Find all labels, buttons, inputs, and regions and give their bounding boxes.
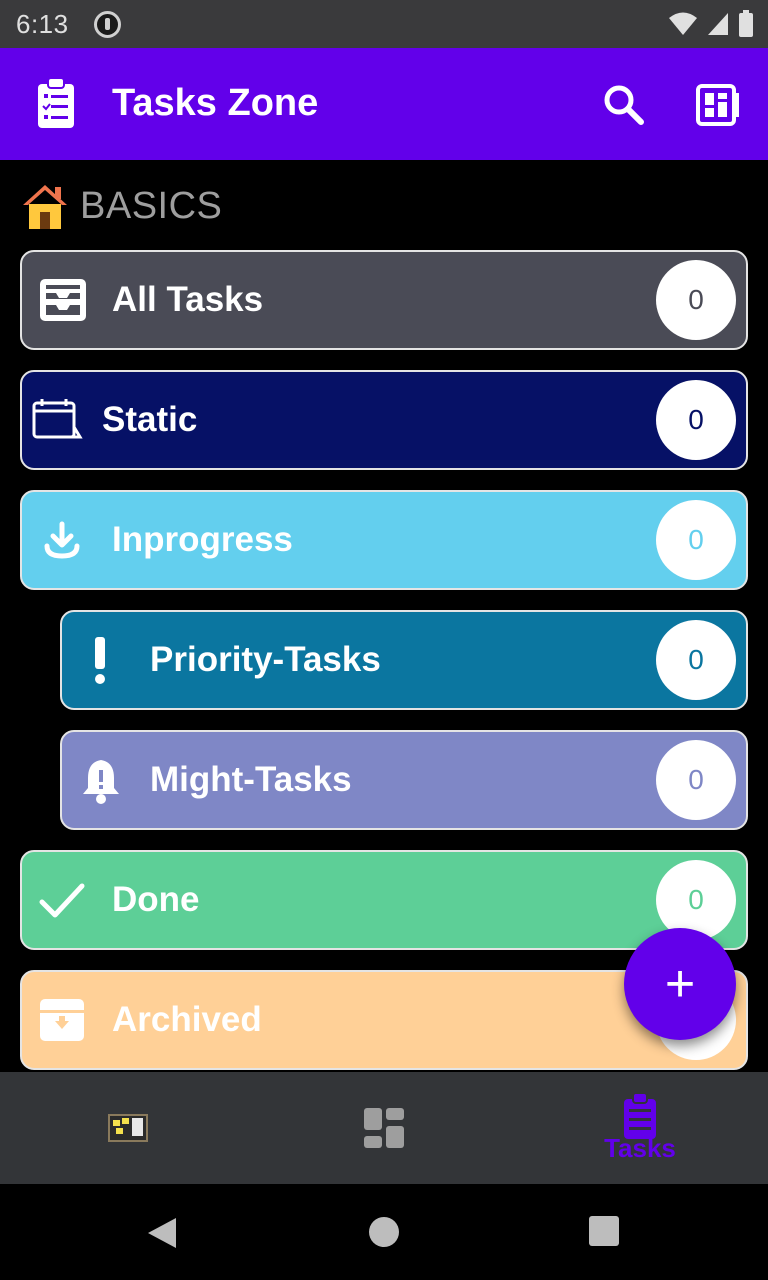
bottom-navigation: Tasks (0, 1072, 768, 1184)
clipboard-list-icon (38, 78, 74, 128)
calendar-icon (30, 397, 84, 443)
layout-grid-icon[interactable] (696, 84, 740, 126)
nav-label-tasks: Tasks (604, 1132, 676, 1163)
row-static[interactable]: Static 0 (20, 370, 748, 470)
battery-icon (739, 10, 753, 37)
notes-board-icon (108, 1114, 148, 1142)
count-badge: 0 (656, 860, 736, 940)
row-label: Static (102, 400, 198, 439)
count-badge: 0 (656, 500, 736, 580)
section-label: BASICS (80, 184, 223, 227)
nav-item-tasks[interactable]: Tasks (512, 1072, 768, 1184)
row-label: Archived (112, 1000, 262, 1039)
archive-box-icon (38, 997, 86, 1043)
bell-alert-icon (80, 756, 122, 804)
nav-item-notes[interactable] (0, 1072, 256, 1184)
row-done[interactable]: Done 0 (20, 850, 748, 950)
status-time: 6:13 (16, 9, 69, 39)
section-header: BASICS (20, 180, 222, 232)
wifi-icon (669, 12, 697, 35)
download-icon (42, 520, 82, 560)
plus-icon: + (664, 955, 696, 1013)
recent-apps-icon[interactable] (589, 1216, 619, 1246)
system-navigation-bar (0, 1184, 768, 1280)
row-label: Priority-Tasks (150, 640, 381, 679)
exclamation-icon (90, 635, 110, 685)
back-icon[interactable] (146, 1216, 178, 1250)
inbox-tray-icon (38, 275, 88, 325)
dashboard-icon (364, 1108, 404, 1148)
cellular-signal-icon (708, 13, 728, 35)
count-badge: 0 (656, 620, 736, 700)
row-label: All Tasks (112, 280, 264, 319)
row-label: Done (112, 880, 200, 919)
add-task-button[interactable]: + (624, 928, 736, 1040)
nav-item-dashboard[interactable] (256, 1072, 512, 1184)
search-icon[interactable] (603, 84, 645, 126)
home-icon[interactable] (368, 1216, 400, 1248)
row-all-tasks[interactable]: All Tasks 0 (20, 250, 748, 350)
row-might-tasks[interactable]: Might-Tasks 0 (60, 730, 748, 830)
count-badge: 0 (656, 380, 736, 460)
house-icon (23, 185, 67, 229)
app-bar: Tasks Zone (0, 48, 768, 160)
app-title: Tasks Zone (112, 82, 319, 124)
row-label: Inprogress (112, 520, 293, 559)
status-bar: 6:13 (0, 0, 768, 48)
count-badge: 0 (656, 260, 736, 340)
row-label: Might-Tasks (150, 760, 352, 799)
row-inprogress[interactable]: Inprogress 0 (20, 490, 748, 590)
notification-app-icon (94, 11, 121, 38)
row-priority-tasks[interactable]: Priority-Tasks 0 (60, 610, 748, 710)
count-badge: 0 (656, 740, 736, 820)
check-icon (38, 880, 86, 920)
status-icons (668, 10, 754, 38)
